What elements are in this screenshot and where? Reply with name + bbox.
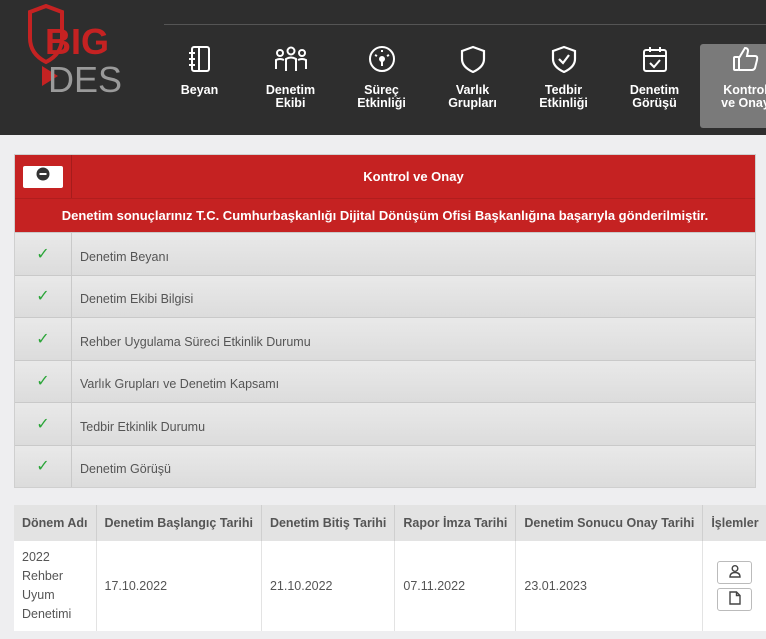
cell-onay: 23.01.2023 xyxy=(515,541,704,631)
nav-tedbir-etkinligi[interactable]: Tedbir Etkinliği xyxy=(518,44,609,128)
header-divider xyxy=(164,24,766,25)
col-islemler: İşlemler xyxy=(702,505,766,541)
nav-denetim-ekibi[interactable]: Denetim Ekibi xyxy=(245,44,336,128)
col-rapor-imza-tarihi: Rapor İmza Tarihi xyxy=(394,505,517,541)
cell-islemler xyxy=(702,541,766,631)
bigdes-logo[interactable]: BIG DES xyxy=(28,4,132,96)
check-row-label: Denetim Beyanı xyxy=(80,249,169,264)
cell-donem-adi: 2022 Rehber Uyum Denetimi xyxy=(14,541,97,631)
nav-beyan[interactable]: Beyan xyxy=(154,44,245,128)
nav-varlik-gruplari-label: Varlık Grupları xyxy=(448,83,497,110)
check-icon: ✓ xyxy=(15,318,72,360)
col-onay-tarihi: Denetim Sonucu Onay Tarihi xyxy=(515,505,704,541)
audit-period-table: Dönem Adı Denetim Başlangıç Tarihi Denet… xyxy=(14,505,766,631)
col-bitis-tarihi: Denetim Bitiş Tarihi xyxy=(261,505,396,541)
check-row-label: Varlık Grupları ve Denetim Kapsamı xyxy=(80,377,280,392)
cell-bitis: 21.10.2022 xyxy=(261,541,396,631)
check-row: ✓ Denetim Ekibi Bilgisi xyxy=(15,274,755,317)
check-row-label: Denetim Görüşü xyxy=(80,462,172,477)
top-header: BIG DES Beyan Denetim Ekibi Süreç Etkinl… xyxy=(0,0,766,135)
check-row: ✓ Denetim Beyanı xyxy=(15,232,755,275)
svg-text:BIG: BIG xyxy=(45,21,109,62)
check-row: ✓ Denetim Görüşü xyxy=(15,444,755,487)
panel-title: Kontrol ve Onay xyxy=(363,169,464,184)
cell-baslangic: 17.10.2022 xyxy=(96,541,262,631)
calendar-check-icon xyxy=(642,45,668,78)
check-row: ✓ Varlık Grupları ve Denetim Kapsamı xyxy=(15,359,755,402)
check-row-label: Rehber Uygulama Süreci Etkinlik Durumu xyxy=(80,334,311,349)
check-icon: ✓ xyxy=(15,233,72,275)
shield-icon xyxy=(460,45,486,78)
table-row: 2022 Rehber Uyum Denetimi 17.10.2022 21.… xyxy=(14,541,766,631)
thumbs-up-icon xyxy=(732,45,760,78)
svg-text:DES: DES xyxy=(48,59,122,96)
kontrol-panel: Kontrol ve Onay Denetim sonuçlarınız T.C… xyxy=(14,154,756,488)
gauge-icon xyxy=(368,45,396,78)
collapse-button[interactable] xyxy=(23,165,63,188)
user-icon xyxy=(728,564,742,581)
success-banner: Denetim sonuçlarınız T.C. Cumhurbaşkanlı… xyxy=(15,198,755,232)
cell-imza: 07.11.2022 xyxy=(394,541,517,631)
nav-kontrol-ve-onay[interactable]: Kontrol ve Onay xyxy=(700,44,766,128)
check-row: ✓ Rehber Uygulama Süreci Etkinlik Durumu xyxy=(15,317,755,360)
check-row-label: Denetim Ekibi Bilgisi xyxy=(80,292,194,307)
document-icon xyxy=(729,591,741,608)
shield-check-icon xyxy=(551,45,577,78)
col-baslangic-tarihi: Denetim Başlangıç Tarihi xyxy=(96,505,262,541)
nav-surec-etkinligi[interactable]: Süreç Etkinliği xyxy=(336,44,427,128)
nav-varlik-gruplari[interactable]: Varlık Grupları xyxy=(427,44,518,128)
nav-tedbir-etkinligi-label: Tedbir Etkinliği xyxy=(539,83,588,110)
nav-kontrol-ve-onay-label: Kontrol ve Onay xyxy=(721,83,766,110)
check-icon: ✓ xyxy=(15,445,72,487)
col-donem-adi: Dönem Adı xyxy=(14,505,97,541)
nav-beyan-label: Beyan xyxy=(180,83,219,97)
view-report-button[interactable] xyxy=(717,588,753,611)
nav-denetim-gorusu-label: Denetim Görüşü xyxy=(629,83,680,110)
check-icon: ✓ xyxy=(15,403,72,445)
main-nav: Beyan Denetim Ekibi Süreç Etkinliği Varl… xyxy=(154,44,766,128)
minus-circle-icon xyxy=(36,167,50,186)
nav-denetim-ekibi-label: Denetim Ekibi xyxy=(265,83,316,110)
check-row: ✓ Tedbir Etkinlik Durumu xyxy=(15,402,755,445)
check-icon: ✓ xyxy=(15,275,72,317)
panel-header: Kontrol ve Onay xyxy=(15,155,755,198)
table-header-row: Dönem Adı Denetim Başlangıç Tarihi Denet… xyxy=(14,505,766,541)
check-icon: ✓ xyxy=(15,360,72,402)
team-icon xyxy=(274,45,308,78)
view-team-button[interactable] xyxy=(717,561,753,584)
nav-surec-etkinligi-label: Süreç Etkinliği xyxy=(357,83,406,110)
nav-denetim-gorusu[interactable]: Denetim Görüşü xyxy=(609,44,700,128)
check-row-label: Tedbir Etkinlik Durumu xyxy=(80,419,206,434)
notebook-icon xyxy=(187,45,213,78)
